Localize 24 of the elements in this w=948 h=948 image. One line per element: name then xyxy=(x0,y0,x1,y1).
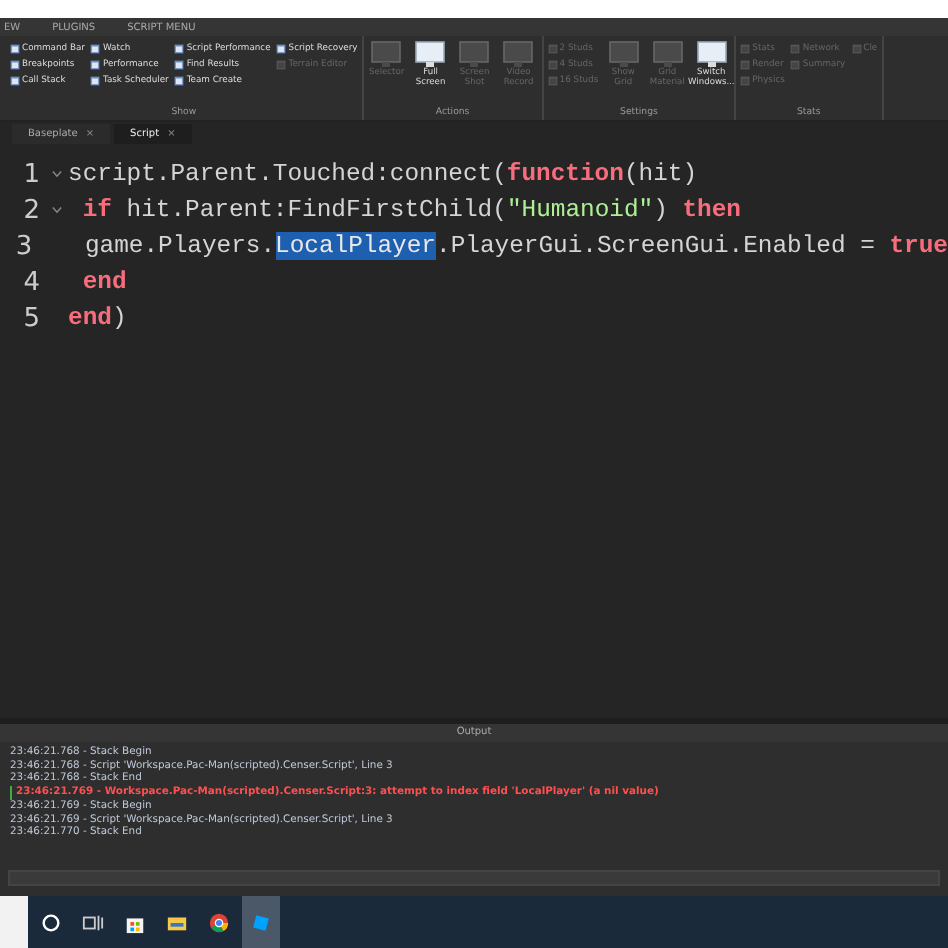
line-number: 5 xyxy=(21,303,42,333)
code-line: script.Parent.Touched:connect(function(hit) xyxy=(68,160,698,188)
line-number: 3 xyxy=(13,231,35,261)
code-line: end xyxy=(80,268,127,296)
code-line: if hit.Parent:FindFirstChild("Humanoid") then xyxy=(80,196,741,224)
search-field[interactable] xyxy=(0,896,28,948)
window-icon xyxy=(651,40,684,68)
task-view-icon xyxy=(82,911,104,933)
window-icon xyxy=(607,40,640,68)
code-line: game.Players.LocalPlayer.PlayerGui.ScreenGui.Enabled = true xyxy=(82,232,948,260)
window-icon xyxy=(695,40,728,68)
window-icon xyxy=(458,40,491,68)
code-line: end) xyxy=(68,304,127,332)
fold-icon[interactable] xyxy=(51,206,61,214)
window-icon xyxy=(502,40,535,68)
line-number: 1 xyxy=(21,159,42,189)
window-icon xyxy=(414,40,447,68)
fold-icon[interactable] xyxy=(51,170,61,178)
line-number: 4 xyxy=(21,267,42,297)
window-icon xyxy=(851,44,862,54)
window-icon xyxy=(370,40,403,68)
line-number: 2 xyxy=(21,195,42,225)
circle-icon xyxy=(40,911,62,933)
browser-icon xyxy=(208,911,230,933)
